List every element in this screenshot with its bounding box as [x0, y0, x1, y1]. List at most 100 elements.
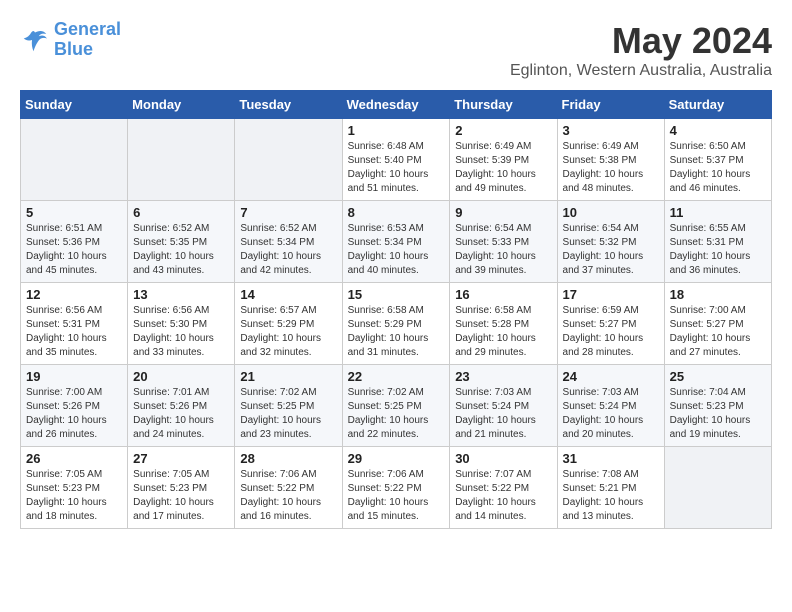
- calendar-cell: 19 Sunrise: 7:00 AM Sunset: 5:26 PM Dayli…: [21, 365, 128, 447]
- day-number: 2: [455, 123, 551, 138]
- calendar-cell: 24 Sunrise: 7:03 AM Sunset: 5:24 PM Dayli…: [557, 365, 664, 447]
- day-info: Sunrise: 6:53 AM Sunset: 5:34 PM Dayligh…: [348, 222, 445, 278]
- day-info: Sunrise: 6:54 AM Sunset: 5:33 PM Dayligh…: [455, 222, 551, 278]
- weekday-header-monday: Monday: [128, 91, 235, 119]
- day-info: Sunrise: 7:05 AM Sunset: 5:23 PM Dayligh…: [133, 468, 229, 524]
- day-info: Sunrise: 7:04 AM Sunset: 5:23 PM Dayligh…: [670, 386, 766, 442]
- day-info: Sunrise: 7:00 AM Sunset: 5:26 PM Dayligh…: [26, 386, 122, 442]
- day-number: 31: [563, 451, 659, 466]
- calendar-cell: [128, 119, 235, 201]
- day-info: Sunrise: 6:50 AM Sunset: 5:37 PM Dayligh…: [670, 140, 766, 196]
- day-number: 26: [26, 451, 122, 466]
- day-number: 29: [348, 451, 445, 466]
- day-info: Sunrise: 6:49 AM Sunset: 5:38 PM Dayligh…: [563, 140, 659, 196]
- day-number: 5: [26, 205, 122, 220]
- calendar-cell: 23 Sunrise: 7:03 AM Sunset: 5:24 PM Dayli…: [450, 365, 557, 447]
- calendar-cell: 25Sunrise: 7:04 AM Sunset: 5:23 PM Dayli…: [664, 365, 771, 447]
- week-row-5: 26 Sunrise: 7:05 AM Sunset: 5:23 PM Dayli…: [21, 447, 772, 529]
- day-info: Sunrise: 6:52 AM Sunset: 5:35 PM Dayligh…: [133, 222, 229, 278]
- calendar-cell: 16Sunrise: 6:58 AM Sunset: 5:28 PM Dayli…: [450, 283, 557, 365]
- day-info: Sunrise: 6:54 AM Sunset: 5:32 PM Dayligh…: [563, 222, 659, 278]
- day-number: 7: [240, 205, 336, 220]
- day-number: 4: [670, 123, 766, 138]
- day-info: Sunrise: 6:56 AM Sunset: 5:30 PM Dayligh…: [133, 304, 229, 360]
- day-number: 1: [348, 123, 445, 138]
- calendar-cell: 28 Sunrise: 7:06 AM Sunset: 5:22 PM Dayli…: [235, 447, 342, 529]
- weekday-header-tuesday: Tuesday: [235, 91, 342, 119]
- weekday-header-row: SundayMondayTuesdayWednesdayThursdayFrid…: [21, 91, 772, 119]
- day-number: 17: [563, 287, 659, 302]
- calendar-cell: 12Sunrise: 6:56 AM Sunset: 5:31 PM Dayli…: [21, 283, 128, 365]
- logo: General Blue: [20, 20, 121, 60]
- calendar-cell: 11 Sunrise: 6:55 AM Sunset: 5:31 PM Dayli…: [664, 201, 771, 283]
- logo-bird-icon: [20, 25, 50, 55]
- calendar-cell: 21 Sunrise: 7:02 AM Sunset: 5:25 PM Dayli…: [235, 365, 342, 447]
- day-number: 3: [563, 123, 659, 138]
- week-row-2: 5 Sunrise: 6:51 AM Sunset: 5:36 PM Daylig…: [21, 201, 772, 283]
- day-info: Sunrise: 7:00 AM Sunset: 5:27 PM Dayligh…: [670, 304, 766, 360]
- week-row-1: 1 Sunrise: 6:48 AM Sunset: 5:40 PM Daylig…: [21, 119, 772, 201]
- calendar-table: SundayMondayTuesdayWednesdayThursdayFrid…: [20, 90, 772, 529]
- page-header: General Blue May 2024 Eglinton, Western …: [20, 20, 772, 80]
- calendar-cell: 30Sunrise: 7:07 AM Sunset: 5:22 PM Dayli…: [450, 447, 557, 529]
- day-info: Sunrise: 7:01 AM Sunset: 5:26 PM Dayligh…: [133, 386, 229, 442]
- day-info: Sunrise: 7:07 AM Sunset: 5:22 PM Dayligh…: [455, 468, 551, 524]
- calendar-cell: 27 Sunrise: 7:05 AM Sunset: 5:23 PM Dayli…: [128, 447, 235, 529]
- day-number: 9: [455, 205, 551, 220]
- calendar-cell: 17Sunrise: 6:59 AM Sunset: 5:27 PM Dayli…: [557, 283, 664, 365]
- calendar-cell: 2 Sunrise: 6:49 AM Sunset: 5:39 PM Daylig…: [450, 119, 557, 201]
- weekday-header-saturday: Saturday: [664, 91, 771, 119]
- calendar-cell: 15Sunrise: 6:58 AM Sunset: 5:29 PM Dayli…: [342, 283, 450, 365]
- calendar-cell: 13 Sunrise: 6:56 AM Sunset: 5:30 PM Dayli…: [128, 283, 235, 365]
- day-number: 19: [26, 369, 122, 384]
- day-info: Sunrise: 6:57 AM Sunset: 5:29 PM Dayligh…: [240, 304, 336, 360]
- calendar-cell: 31Sunrise: 7:08 AM Sunset: 5:21 PM Dayli…: [557, 447, 664, 529]
- calendar-cell: 18Sunrise: 7:00 AM Sunset: 5:27 PM Dayli…: [664, 283, 771, 365]
- day-info: Sunrise: 7:05 AM Sunset: 5:23 PM Dayligh…: [26, 468, 122, 524]
- calendar-cell: 6Sunrise: 6:52 AM Sunset: 5:35 PM Daylig…: [128, 201, 235, 283]
- day-info: Sunrise: 7:06 AM Sunset: 5:22 PM Dayligh…: [240, 468, 336, 524]
- calendar-cell: 26 Sunrise: 7:05 AM Sunset: 5:23 PM Dayli…: [21, 447, 128, 529]
- calendar-cell: 29 Sunrise: 7:06 AM Sunset: 5:22 PM Dayli…: [342, 447, 450, 529]
- day-info: Sunrise: 7:02 AM Sunset: 5:25 PM Dayligh…: [348, 386, 445, 442]
- day-info: Sunrise: 6:49 AM Sunset: 5:39 PM Dayligh…: [455, 140, 551, 196]
- calendar-cell: 3 Sunrise: 6:49 AM Sunset: 5:38 PM Daylig…: [557, 119, 664, 201]
- calendar-cell: 5 Sunrise: 6:51 AM Sunset: 5:36 PM Daylig…: [21, 201, 128, 283]
- day-number: 22: [348, 369, 445, 384]
- day-number: 24: [563, 369, 659, 384]
- day-info: Sunrise: 6:51 AM Sunset: 5:36 PM Dayligh…: [26, 222, 122, 278]
- day-number: 28: [240, 451, 336, 466]
- calendar-cell: [21, 119, 128, 201]
- calendar-cell: 9 Sunrise: 6:54 AM Sunset: 5:33 PM Daylig…: [450, 201, 557, 283]
- calendar-cell: [235, 119, 342, 201]
- day-number: 14: [240, 287, 336, 302]
- day-info: Sunrise: 6:52 AM Sunset: 5:34 PM Dayligh…: [240, 222, 336, 278]
- day-number: 8: [348, 205, 445, 220]
- calendar-cell: 4 Sunrise: 6:50 AM Sunset: 5:37 PM Daylig…: [664, 119, 771, 201]
- day-number: 23: [455, 369, 551, 384]
- day-number: 15: [348, 287, 445, 302]
- day-number: 10: [563, 205, 659, 220]
- location-subtitle: Eglinton, Western Australia, Australia: [510, 62, 772, 80]
- day-info: Sunrise: 7:03 AM Sunset: 5:24 PM Dayligh…: [563, 386, 659, 442]
- week-row-4: 19 Sunrise: 7:00 AM Sunset: 5:26 PM Dayli…: [21, 365, 772, 447]
- weekday-header-friday: Friday: [557, 91, 664, 119]
- day-number: 11: [670, 205, 766, 220]
- weekday-header-wednesday: Wednesday: [342, 91, 450, 119]
- day-info: Sunrise: 7:03 AM Sunset: 5:24 PM Dayligh…: [455, 386, 551, 442]
- calendar-cell: 22 Sunrise: 7:02 AM Sunset: 5:25 PM Dayli…: [342, 365, 450, 447]
- day-number: 12: [26, 287, 122, 302]
- day-number: 20: [133, 369, 229, 384]
- calendar-cell: 14 Sunrise: 6:57 AM Sunset: 5:29 PM Dayli…: [235, 283, 342, 365]
- calendar-cell: 1 Sunrise: 6:48 AM Sunset: 5:40 PM Daylig…: [342, 119, 450, 201]
- logo-text: General Blue: [54, 20, 121, 60]
- calendar-cell: [664, 447, 771, 529]
- day-number: 13: [133, 287, 229, 302]
- day-info: Sunrise: 6:55 AM Sunset: 5:31 PM Dayligh…: [670, 222, 766, 278]
- day-info: Sunrise: 7:02 AM Sunset: 5:25 PM Dayligh…: [240, 386, 336, 442]
- week-row-3: 12Sunrise: 6:56 AM Sunset: 5:31 PM Dayli…: [21, 283, 772, 365]
- day-number: 27: [133, 451, 229, 466]
- day-number: 21: [240, 369, 336, 384]
- day-info: Sunrise: 7:06 AM Sunset: 5:22 PM Dayligh…: [348, 468, 445, 524]
- day-info: Sunrise: 6:48 AM Sunset: 5:40 PM Dayligh…: [348, 140, 445, 196]
